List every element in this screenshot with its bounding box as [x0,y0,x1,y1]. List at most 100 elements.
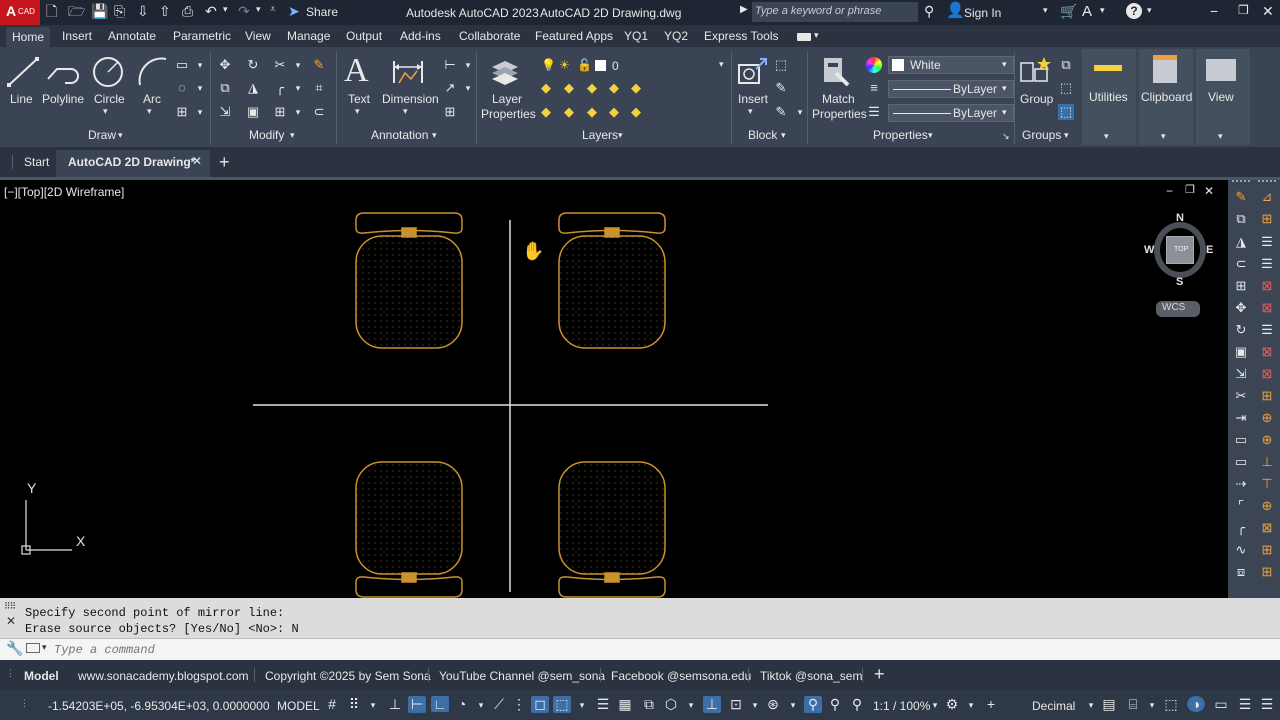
command-close-icon[interactable]: ✕ [6,614,16,628]
move-tool-icon[interactable]: ✥ [1232,299,1250,317]
redo-dropdown-icon[interactable]: ▾ [256,5,261,14]
customize-qat-icon[interactable]: ⩡ [270,5,276,15]
gizmo-icon[interactable]: ⊛ [764,696,782,713]
toolbar-grip[interactable] [1258,180,1276,186]
clean-screen-icon[interactable]: ▭ [1212,696,1230,713]
osnap-center-icon[interactable]: ⊠ [1258,299,1276,317]
array-icon[interactable]: ⊞ [272,104,288,120]
arc-icon[interactable] [136,55,170,89]
break-point-tool-icon[interactable]: ▭ [1232,431,1250,449]
osnap-tracking-icon[interactable]: ⊠ [1258,519,1276,537]
rotate-tool-icon[interactable]: ↻ [1232,321,1250,339]
arc-dropdown-icon[interactable]: ▾ [147,107,152,116]
blend-tool-icon[interactable]: ∿ [1232,541,1250,559]
group-icon[interactable] [1018,55,1052,89]
cart-icon[interactable]: 🛒 [1060,4,1077,18]
scale-icon[interactable]: ▣ [245,104,261,120]
snap-mode-icon[interactable]: ⠿ [345,696,363,713]
annotation-scale[interactable]: 1:1 / 100% [873,699,930,713]
units-dropdown-icon[interactable]: ▾ [1082,700,1100,711]
osnap-insert-icon[interactable]: ⊕ [1258,409,1276,427]
close-icon[interactable]: ✕ [1262,4,1274,18]
group-button[interactable]: Group [1020,92,1053,106]
layer-copy-icon[interactable]: ◆ [561,104,577,120]
text-button[interactable]: Text [348,92,370,106]
layout-tab-3[interactable]: YouTube Channel @sem_sona [439,669,605,683]
isolate-objects-icon[interactable]: ⬚ [1162,696,1180,713]
osnap-temp-icon[interactable]: ⊞ [1258,563,1276,581]
new-tab-icon[interactable]: + [219,153,230,171]
osnap-midpoint-icon[interactable]: ⊞ [1258,210,1276,228]
eraser-tool-icon[interactable]: ✎ [1232,188,1250,206]
user-icon[interactable]: 👤 [946,3,965,18]
osnap-intersection-icon[interactable]: ☰ [1258,233,1276,251]
properties-panel-expand-icon[interactable]: ▾ [928,131,933,140]
properties-panel-title[interactable]: Properties [873,128,928,142]
offset-icon[interactable]: ⊂ [311,104,327,120]
help-icon[interactable]: ? [1126,3,1142,19]
lock-ui-dropdown-icon[interactable]: ▾ [1143,700,1161,711]
layer-match-icon[interactable]: ◆ [628,80,644,96]
coordinates-readout[interactable]: -1.54203E+05, -6.95304E+03, 0.0000000 [48,699,270,713]
draw-panel-title[interactable]: Draw [88,128,116,142]
mirror-tool-icon[interactable]: ◮ [1232,233,1250,251]
table-draw-dropdown-icon[interactable]: ▾ [192,104,208,120]
circle-button[interactable]: Circle [94,92,125,106]
status-menu-icon[interactable]: ☰ [1258,696,1276,713]
dynamic-input-icon[interactable]: ⊢ [408,696,426,713]
model-space-button[interactable]: MODEL [277,699,320,713]
osnap-apparent-icon[interactable]: ☰ [1258,255,1276,273]
drawing-canvas[interactable]: [−][Top][2D Wireframe] − ❐ ✕ Y X ✋ TOP N… [0,180,1228,598]
grid-icon[interactable]: # [323,696,341,712]
osnap-none-icon[interactable]: ⊤ [1258,475,1276,493]
utilities-panel[interactable]: Utilities ▾ [1082,49,1136,145]
tab-annotate[interactable]: Annotate [108,29,156,43]
join-tool-icon[interactable]: ⇢ [1232,475,1250,493]
hatch-icon[interactable]: ◌ [174,80,190,96]
command-customize-icon[interactable]: 🔧 [6,640,23,657]
layout-tab-1[interactable]: www.sonacademy.blogspot.com [78,669,249,683]
share-icon[interactable]: ➤ [288,4,300,18]
tab-output[interactable]: Output [346,29,382,43]
layers-panel-title[interactable]: Layers [582,128,618,142]
selection-cycling-icon[interactable]: ⧉ [640,696,658,713]
minimize-icon[interactable]: − [1210,4,1218,18]
dimension-dropdown-icon[interactable]: ▾ [403,107,408,116]
osnap-extension-icon[interactable]: ⊠ [1258,277,1276,295]
osnap-nearest-icon[interactable]: ⊥ [1258,453,1276,471]
create-block-icon[interactable]: ⬚ [773,57,789,73]
osnap-tangent-icon[interactable]: ⊠ [1258,343,1276,361]
linetype-icon[interactable]: ☰ [866,104,882,120]
explode-tool-icon[interactable]: ⧈ [1232,563,1250,581]
auto-scale-icon[interactable]: ⚲ [826,696,844,713]
offset-tool-icon[interactable]: ⊂ [1232,255,1250,273]
selection-filter-icon[interactable]: ⊡ [727,696,745,713]
osnap-from-icon[interactable]: ⊞ [1258,541,1276,559]
polyline-icon[interactable] [45,55,79,89]
block-panel-title[interactable]: Block [748,128,777,142]
lineweight-toggle-icon[interactable]: ☰ [594,696,612,713]
edit-block-icon[interactable]: ✎ [773,80,789,96]
draw-panel-expand-icon[interactable]: ▾ [118,131,123,140]
open-web-icon[interactable]: ⇩ [137,4,149,18]
insert-dropdown-icon[interactable]: ▾ [748,107,753,116]
ungroup-icon[interactable]: ⧉ [1058,57,1074,73]
annotation-visibility-icon[interactable]: ⚲ [804,696,822,713]
linetype-dropdown[interactable]: ByLayer ▾ [888,104,1014,122]
quick-properties-icon[interactable]: ▤ [1100,696,1118,713]
hardware-acceleration-icon[interactable]: ◑ [1187,696,1205,712]
tab-add-ins[interactable]: Add-ins [400,29,441,43]
fillet-dropdown-icon[interactable]: ▾ [290,80,306,96]
fillet-tool-icon[interactable]: ╭ [1232,519,1250,537]
insert-block-icon[interactable] [736,55,770,89]
osnap-dropdown-icon[interactable]: ▾ [573,700,591,711]
polar-tracking-icon[interactable]: ◔ [453,696,471,712]
arc-button[interactable]: Arc [143,92,161,106]
save-as-icon[interactable]: ⎘ [114,4,125,18]
layer-properties-icon[interactable] [488,55,522,89]
tab-yq2[interactable]: YQ2 [664,29,688,43]
layout-tab-5[interactable]: Tiktok @sona_sem [760,669,862,683]
view-panel[interactable]: View ▾ [1196,49,1250,145]
help-dropdown-icon[interactable]: ▾ [1147,6,1152,15]
gizmo-dropdown-icon[interactable]: ▾ [784,700,802,711]
